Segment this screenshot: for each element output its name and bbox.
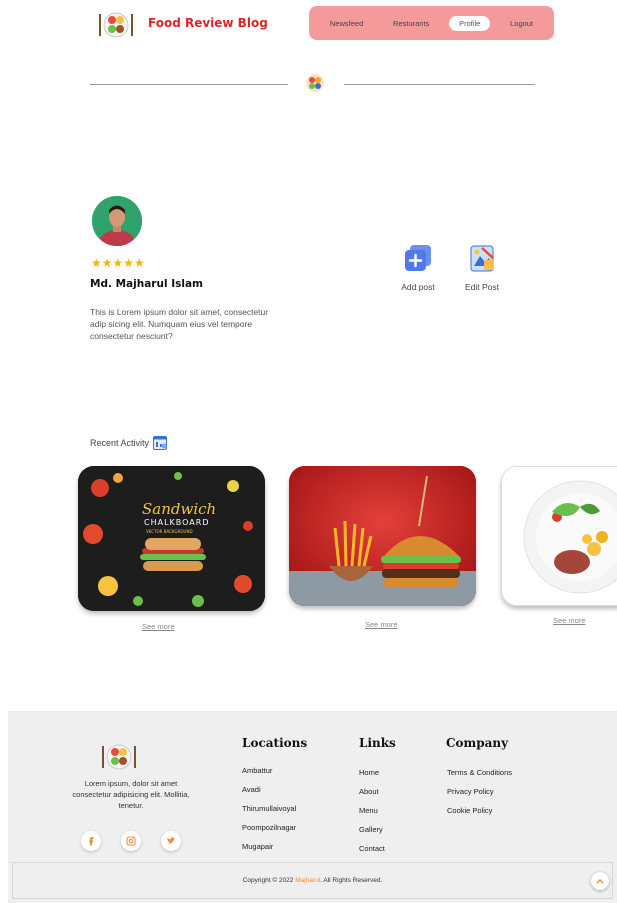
profile-avatar (92, 196, 142, 246)
copyright-suffix: . All Rights Reserved. (320, 877, 383, 884)
links-heading: Links (359, 736, 396, 750)
see-more-link[interactable]: See more (365, 620, 398, 629)
card-poster-title: Sandwich (142, 500, 217, 518)
location-item[interactable]: Ambattur (242, 766, 296, 785)
profile-bio: This is Lorem ipsum dolor sit amet, cons… (90, 307, 269, 341)
steak-salad-plate-image (502, 467, 617, 605)
instagram-icon (126, 836, 136, 846)
activity-chart-icon (153, 436, 168, 450)
nav-restaurants[interactable]: Resturants (383, 16, 439, 31)
card-poster-subtitle: CHALKBOARD (144, 518, 210, 527)
activity-card-sandwich[interactable]: Sandwich CHALKBOARD VECTOR BACKGROUND (78, 466, 265, 611)
site-header: Food Review Blog Newsfeed Resturants Pro… (0, 0, 617, 48)
footer-link-gallery[interactable]: Gallery (359, 825, 385, 844)
facebook-icon (89, 837, 94, 846)
edit-post-icon (470, 245, 494, 272)
twitter-link[interactable] (161, 831, 181, 851)
nav-profile[interactable]: Profile (449, 15, 491, 31)
burger-and-fries-image (289, 466, 476, 606)
rating-stars: ★★★★★ (91, 256, 145, 270)
footer-link-contact[interactable]: Contact (359, 844, 385, 863)
add-post-label: Add post (401, 282, 435, 292)
location-item[interactable]: Mugapair (242, 842, 296, 861)
add-post-button[interactable]: Add post (388, 242, 448, 292)
footer-link-menu[interactable]: Menu (359, 806, 385, 825)
activity-card-steak[interactable] (501, 466, 617, 606)
nav-newsfeed[interactable]: Newsfeed (320, 16, 373, 31)
footer-link-terms[interactable]: Terms & Conditions (447, 768, 512, 787)
brand-title[interactable]: Food Review Blog (148, 16, 268, 30)
copyright-prefix: Copyright © 2022 (242, 877, 296, 884)
see-more-link[interactable]: See more (142, 622, 175, 631)
footer-food-logo (102, 744, 136, 770)
company-heading: Company (446, 736, 509, 750)
links-list: Home About Menu Gallery Contact (359, 768, 385, 863)
nav-logout[interactable]: Logout (500, 16, 543, 31)
location-item[interactable]: Avadi (242, 785, 296, 804)
card-poster-caption: VECTOR BACKGROUND (146, 529, 193, 534)
main-nav: Newsfeed Resturants Profile Logout (309, 6, 554, 40)
see-more-link[interactable]: See more (553, 616, 586, 625)
back-to-top-button[interactable] (591, 872, 609, 890)
recent-activity-heading: Recent Activity (90, 436, 168, 450)
edit-post-label: Edit Post (464, 282, 500, 292)
recent-activity-label: Recent Activity (90, 438, 150, 448)
divider-line-left (90, 84, 288, 85)
facebook-link[interactable] (81, 831, 101, 851)
footer-about-text: Lorem ipsum, dolor sit amet consectetur … (72, 779, 190, 810)
twitter-icon (167, 837, 175, 844)
footer-link-home[interactable]: Home (359, 768, 385, 787)
locations-list: Ambattur Avadi Thirumullaivoyal Poompozi… (242, 766, 296, 861)
instagram-link[interactable] (121, 831, 141, 851)
footer-link-cookie[interactable]: Cookie Policy (447, 806, 512, 825)
company-list: Terms & Conditions Privacy Policy Cookie… (447, 768, 512, 825)
activity-card-burger[interactable] (289, 466, 476, 606)
profile-name: Md. Majharul Islam (90, 278, 203, 290)
locations-heading: Locations (242, 736, 308, 750)
divider-line-right (344, 84, 535, 85)
copyright-owner-link[interactable]: Majharul (295, 877, 320, 884)
location-item[interactable]: Thirumullaivoyal (242, 804, 296, 823)
food-plate-logo[interactable] (95, 8, 135, 40)
food-emblem-icon (306, 74, 324, 92)
copyright-bar: Copyright © 2022 Majharul. All Rights Re… (12, 862, 613, 899)
footer-link-about[interactable]: About (359, 787, 385, 806)
edit-post-button[interactable]: Edit Post (452, 242, 512, 292)
chevron-up-icon (596, 879, 604, 884)
add-post-icon (405, 245, 431, 271)
sandwich-chalkboard-image (78, 466, 265, 611)
copyright-text: Copyright © 2022 Majharul. All Rights Re… (243, 877, 383, 884)
location-item[interactable]: Poompozilnagar (242, 823, 296, 842)
footer-link-privacy[interactable]: Privacy Policy (447, 787, 512, 806)
